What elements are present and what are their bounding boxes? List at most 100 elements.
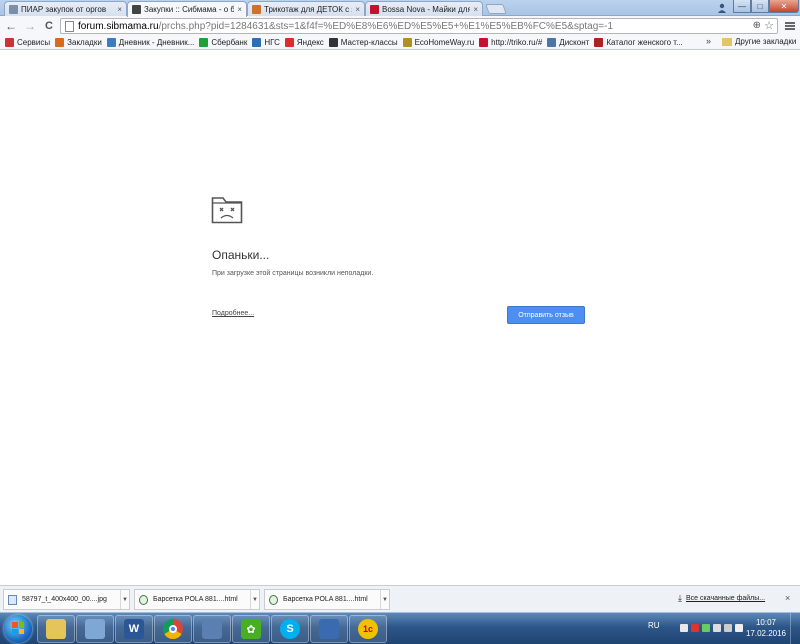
tab-2-active[interactable]: Закупки :: Сибмама - о б × [127, 1, 247, 17]
bookmark-item[interactable]: НГС [252, 38, 280, 47]
bookmark-label: Каталог женского т... [606, 38, 683, 47]
other-bookmarks-folder[interactable]: Другие закладки [722, 37, 796, 46]
tab-favicon-icon [252, 4, 261, 14]
bookmark-item[interactable]: Яндекс [284, 38, 324, 47]
chrome-menu-button[interactable] [784, 19, 796, 33]
taskbar-app-button[interactable] [37, 615, 75, 643]
tray-flag-icon[interactable] [691, 624, 699, 632]
tab-close-icon[interactable]: × [237, 5, 242, 14]
tray-network-icon[interactable] [713, 624, 721, 632]
bookmark-item[interactable]: Дисконт [547, 38, 589, 47]
vk-icon [547, 38, 557, 47]
windows-logo-icon [12, 622, 24, 634]
download-options-icon[interactable]: ▼ [380, 590, 389, 609]
download-options-icon[interactable]: ▼ [120, 590, 129, 609]
new-tab-button[interactable] [485, 4, 507, 14]
bookmark-item[interactable]: Каталог женского т... [594, 38, 683, 47]
tab-favicon-icon [370, 4, 379, 14]
ngs-icon [252, 38, 262, 47]
taskbar-app-button[interactable]: W [115, 615, 153, 643]
back-button[interactable]: ← [3, 18, 19, 34]
tab-close-icon[interactable]: × [117, 5, 122, 14]
tab-3[interactable]: Трикотаж для ДЕТОК с яр × [247, 1, 365, 16]
reload-button[interactable]: C [41, 18, 57, 34]
bookmark-item[interactable]: Дневник - Дневник... [106, 38, 195, 47]
bookmark-star-icon[interactable]: ☆ [764, 19, 774, 32]
bookmark-item[interactable]: Закладки [55, 38, 102, 47]
tray-volume-icon[interactable] [724, 624, 732, 632]
download-item[interactable]: Барсетка POLA 881....html ▼ [264, 589, 390, 610]
taskbar-app-button[interactable] [193, 615, 231, 643]
error-title: Опаньки... [212, 248, 270, 262]
bookmark-item[interactable]: Мастер-классы [328, 38, 398, 47]
tab-title: ПИАР закупок от оргов [21, 4, 107, 14]
bookmark-label: Дисконт [559, 38, 590, 47]
system-clock[interactable]: 10:07 17.02.2016 [744, 617, 788, 639]
window-close-button[interactable]: ✕ [769, 0, 799, 13]
start-button[interactable] [4, 615, 32, 643]
word-icon: W [124, 619, 144, 639]
user-profile-icon[interactable] [716, 2, 728, 13]
input-language-indicator[interactable]: RU [648, 621, 660, 630]
address-bar[interactable]: forum.sibmama.ru/prchs.php?pid=1284631&s… [60, 18, 778, 34]
bookmark-item[interactable]: EcoHomeWay.ru [402, 38, 474, 47]
forward-button[interactable]: → [22, 18, 38, 34]
taskbar-app-button[interactable]: 1c [349, 615, 387, 643]
folder-icon [722, 37, 732, 46]
download-item[interactable]: 58797_t_400x400_00....jpg ▼ [3, 589, 130, 610]
sad-tab-icon [211, 196, 243, 226]
taskbar-app-button[interactable] [76, 615, 114, 643]
window-maximize-button[interactable]: □ [751, 0, 769, 13]
download-options-icon[interactable]: ▼ [250, 590, 259, 609]
download-arrow-icon: ⤓ [678, 593, 682, 603]
bookmark-label: Мастер-классы [340, 38, 398, 47]
clock-date: 17.02.2016 [745, 629, 787, 638]
image-file-icon [8, 594, 17, 605]
other-bookmarks-label: Другие закладки [735, 37, 797, 46]
taskbar-app-button[interactable]: S [271, 615, 309, 643]
html-file-icon [269, 594, 278, 605]
more-details-link[interactable]: Подробнее... [212, 310, 254, 317]
send-feedback-button[interactable]: Отправить отзыв [507, 306, 585, 324]
bookmark-item[interactable]: http://triko.ru/# [479, 38, 542, 47]
clock-time: 10:07 [755, 618, 777, 627]
tab-close-icon[interactable]: × [473, 5, 478, 14]
bookmark-item[interactable]: Сервисы [5, 38, 50, 47]
bookmarks-bar: Сервисы Закладки Дневник - Дневник... Сберб… [0, 36, 800, 50]
window-minimize-button[interactable]: — [733, 0, 751, 13]
bookmark-label: Дневник - Дневник... [118, 38, 195, 47]
url-host: forum.sibmama.ru [78, 20, 159, 32]
icq-icon: ✿ [241, 619, 261, 639]
zoom-icon[interactable]: ⊕ [753, 20, 761, 31]
download-filename: Барсетка POLA 881....html [283, 596, 368, 603]
sberbank-icon [199, 38, 209, 47]
tab-title: Закупки :: Сибмама - о б [144, 5, 235, 14]
tab-title: Bossa Nova - Майки для [382, 4, 471, 14]
taskbar-app-button[interactable] [310, 615, 348, 643]
show-all-downloads-label: Все скачанные файлы... [685, 595, 766, 602]
chrome-icon [163, 619, 183, 639]
taskbar-app-button[interactable] [154, 615, 192, 643]
master-icon [328, 38, 338, 47]
tab-1[interactable]: ПИАР закупок от оргов × [4, 1, 127, 16]
download-item[interactable]: Барсетка POLA 881....html ▼ [134, 589, 260, 610]
bookmarks-overflow-icon[interactable]: » [706, 36, 711, 46]
tab-favicon-icon [9, 4, 18, 14]
tab-close-icon[interactable]: × [355, 5, 360, 14]
tray-app-icon[interactable] [702, 624, 710, 632]
page-content: Опаньки... При загрузке этой страницы во… [0, 51, 800, 585]
bookmark-label: Сбербанк [211, 38, 248, 47]
photo-icon [319, 619, 339, 639]
grid-icon [5, 38, 14, 47]
bn-icon [479, 38, 489, 47]
show-desktop-button[interactable] [790, 613, 800, 644]
tab-4[interactable]: Bossa Nova - Майки для × [365, 1, 483, 16]
show-all-downloads-link[interactable]: ⤓ Все скачанные файлы... [678, 593, 765, 604]
close-download-shelf-icon[interactable]: × [785, 593, 790, 603]
bookmark-label: НГС [264, 38, 280, 47]
browser-toolbar: ← → C forum.sibmama.ru/prchs.php?pid=128… [0, 16, 800, 36]
tray-arrow-icon[interactable] [680, 624, 688, 632]
taskbar-app-button[interactable]: ✿ [232, 615, 270, 643]
tray-power-icon[interactable] [735, 624, 743, 632]
bookmark-item[interactable]: Сбербанк [199, 38, 247, 47]
